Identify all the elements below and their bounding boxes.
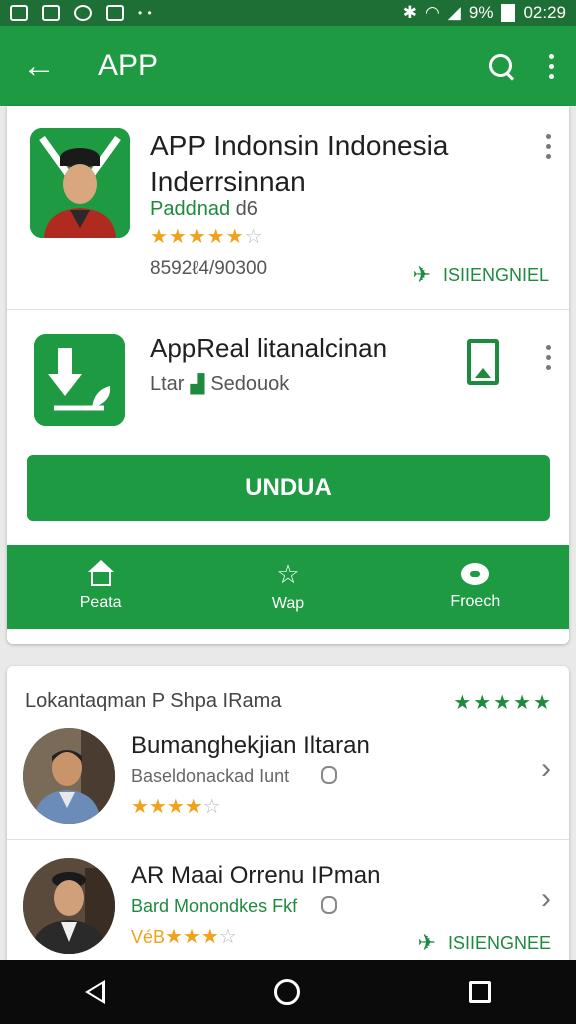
app-rating: ★★★★★☆ — [150, 226, 264, 248]
tab-wap[interactable]: ☆ Wap — [194, 545, 381, 629]
status-time: 02:29 — [523, 3, 566, 22]
tab-bar: Peata ☆ Wap Froech — [7, 545, 569, 629]
battery-icon — [501, 4, 516, 22]
install-link[interactable]: ✈ ISIIENGNIEL — [413, 262, 549, 288]
item-rating: ★★★★☆ — [131, 796, 221, 818]
wifi-icon: ◠ — [424, 3, 440, 22]
tab-label: Peata — [79, 594, 122, 611]
app-icon — [106, 5, 124, 21]
featured-card: APP Indonsin Indonesia Inderrsinnan Padd… — [7, 106, 569, 644]
battery-level: 9% — [468, 3, 494, 22]
clock-icon — [74, 5, 92, 21]
app-bar: ← APP — [0, 26, 576, 106]
list-item[interactable]: Bumanghekjian Iltaran Baseldonackad Iunt… — [7, 722, 569, 840]
tab-peata[interactable]: Peata — [7, 545, 194, 629]
notification-icon — [10, 5, 28, 21]
app-name: APP Indonsin Indonesia Inderrsinnan — [150, 130, 449, 197]
chat-icon — [461, 563, 490, 585]
back-arrow-icon[interactable]: ← — [22, 49, 72, 83]
section-rating: ★★★★★ — [453, 692, 553, 714]
bookmark-icon[interactable] — [467, 339, 499, 385]
list-item[interactable]: AR Maai Orrenu IPman Bard Monondkes Fkf … — [7, 852, 569, 966]
bluetooth-icon: ✱ — [402, 3, 417, 22]
app-options-icon[interactable] — [546, 134, 551, 159]
section-header: Lokantaqman P Shpa IRama — [25, 690, 282, 712]
avatar — [23, 728, 115, 824]
nav-back-icon[interactable] — [84, 980, 105, 1004]
second-app-item[interactable]: AppReal litanalcinan Ltar ▟ Sedouok — [7, 311, 569, 446]
download-count: 8592ℓ4/90300 — [150, 258, 268, 279]
tab-label: Wap — [271, 595, 305, 612]
status-bar: • • ✱ ◠ ◢ 9% 02:29 — [0, 0, 576, 26]
image-icon — [42, 5, 60, 21]
app-options-icon[interactable] — [546, 345, 551, 370]
featured-app-item[interactable]: APP Indonsin Indonesia Inderrsinnan Padd… — [7, 106, 569, 310]
install-button[interactable]: UNDUA — [27, 455, 550, 521]
airplane-icon: ✈ — [412, 262, 431, 287]
airplane-icon: ✈ — [417, 930, 436, 955]
app-logo — [30, 128, 130, 238]
item-rating: VéB★★★☆ — [131, 926, 237, 948]
install-link[interactable]: ✈ ISIIENGNEE — [418, 930, 551, 956]
item-title: AR Maai Orrenu IPman — [131, 862, 381, 889]
app-bar-title: APP — [98, 49, 159, 82]
star-icon: ☆ — [276, 559, 300, 589]
search-icon[interactable] — [487, 52, 515, 80]
chevron-right-icon[interactable]: › — [541, 882, 551, 916]
app-name: AppReal litanalcinan — [150, 333, 388, 363]
download-app-logo — [34, 334, 125, 426]
system-nav-bar — [0, 960, 576, 1024]
avatar — [23, 858, 115, 954]
overflow-menu-icon[interactable] — [549, 53, 554, 79]
nav-recents-icon[interactable] — [469, 981, 492, 1003]
developer-name: Paddnad d6 — [150, 198, 258, 220]
chevron-right-icon[interactable]: › — [541, 752, 551, 786]
tab-froech[interactable]: Froech — [382, 545, 569, 629]
list-card: Lokantaqman P Shpa IRama ★★★★★ Bumanghek… — [7, 666, 569, 966]
item-subtitle: Bard Monondkes Fkf — [131, 896, 298, 916]
signal-icon: ◢ — [447, 3, 461, 22]
info-icon — [321, 896, 337, 914]
tab-label: Froech — [450, 593, 501, 610]
home-icon — [87, 560, 114, 586]
item-title: Bumanghekjian Iltaran — [131, 732, 370, 759]
cart-icon: ▟ — [190, 374, 205, 394]
item-subtitle: Baseldonackad Iunt — [131, 766, 290, 786]
app-subtitle: Ltar ▟ Sedouok — [150, 373, 290, 395]
more-notifications-icon: • • — [138, 6, 153, 20]
info-icon — [321, 766, 337, 784]
nav-home-icon[interactable] — [273, 979, 300, 1005]
